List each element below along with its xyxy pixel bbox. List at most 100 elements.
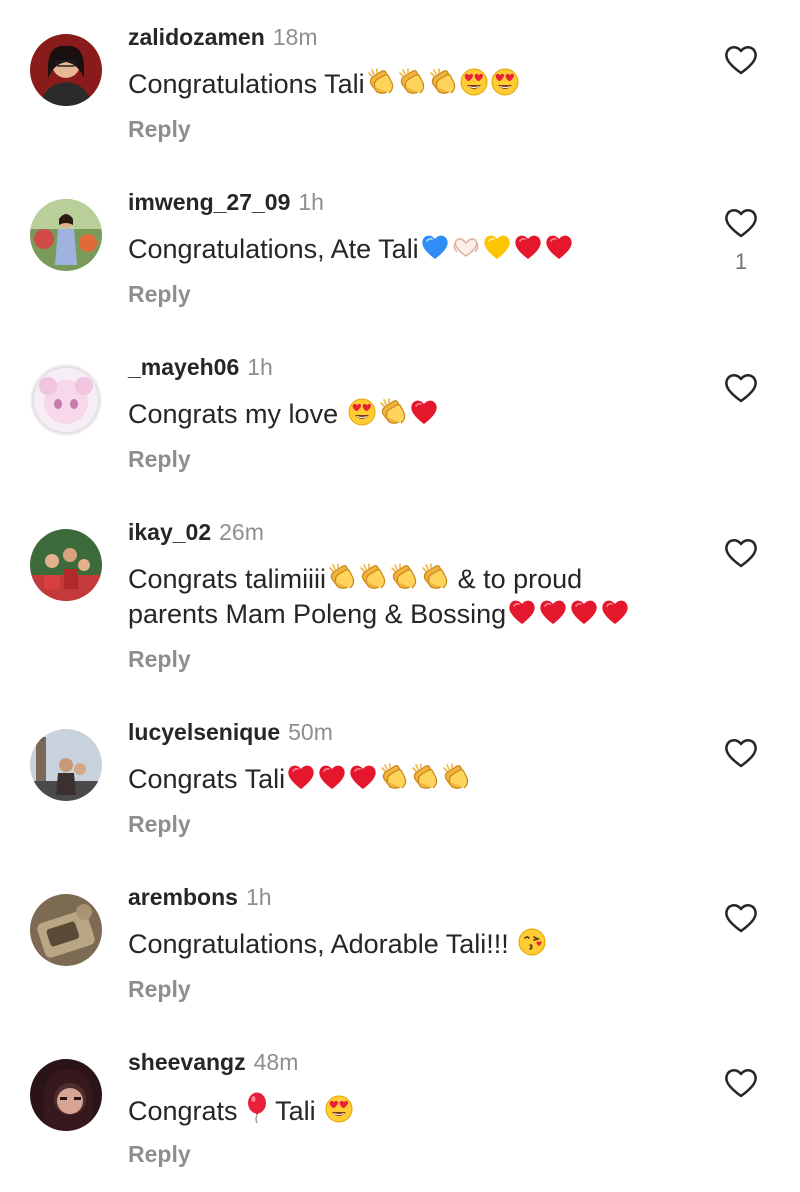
timestamp: 1h <box>245 884 272 910</box>
comment-meta: lucyelsenique 50m <box>128 717 333 747</box>
timestamp: 50m <box>288 719 333 745</box>
emoji-group <box>506 599 630 629</box>
comment-meta: sheevangz 48m <box>128 1047 298 1077</box>
avatar[interactable] <box>30 34 102 106</box>
clap-emoji <box>378 397 408 427</box>
timestamp: 48m <box>253 1049 299 1075</box>
red-heart-emoji <box>513 232 543 262</box>
avatar[interactable] <box>30 199 102 271</box>
emoji-group <box>346 397 439 429</box>
heart-outline-icon <box>724 902 758 934</box>
comment-meta: _mayeh06 1h <box>128 352 273 382</box>
heart-hands-emoji <box>451 232 481 262</box>
comment-text: Congrats Tali <box>128 762 708 797</box>
comment-text: Congratulations, Ate Tali <box>128 232 708 267</box>
username[interactable]: ikay_02 <box>128 519 211 545</box>
clap-emoji <box>397 67 427 97</box>
red-heart-emoji <box>348 762 378 792</box>
heart-outline-icon <box>724 737 758 769</box>
username[interactable]: lucyelsenique <box>128 719 280 745</box>
comment-meta: imweng_27_09 1h <box>128 187 324 217</box>
timestamp: 26m <box>219 519 264 545</box>
like-button[interactable] <box>724 537 758 569</box>
comment-meta: zalidozamen 18m <box>128 22 318 52</box>
timestamp: 18m <box>272 24 318 50</box>
comment-body: Tali <box>268 1096 324 1126</box>
comment-body: Congratulations, Adorable Tali!!! <box>128 929 517 959</box>
emoji-group <box>419 234 574 264</box>
heart-outline-icon <box>724 537 758 569</box>
clap-emoji <box>358 562 388 592</box>
reply-button[interactable]: Reply <box>128 646 191 673</box>
comment-text: Congratulations, Adorable Tali!!! <box>128 927 708 962</box>
red-heart-emoji <box>569 597 599 627</box>
clap-emoji <box>366 67 396 97</box>
emoji-group <box>326 562 450 594</box>
comment-text: Congratulations Tali <box>128 67 708 102</box>
emoji-group <box>365 67 520 99</box>
comment-body: Congrats my love <box>128 399 346 429</box>
avatar[interactable] <box>30 364 102 436</box>
timestamp: 1h <box>247 354 273 380</box>
comment-body: & to proud <box>450 564 583 594</box>
comment-text: Congrats talimiiii & to proud parents Ma… <box>128 562 708 632</box>
reply-button[interactable]: Reply <box>128 116 191 143</box>
like-button[interactable] <box>724 372 758 404</box>
comment-text: Congrats Tali <box>128 1092 708 1129</box>
red-heart-emoji <box>507 597 537 627</box>
heart-eyes-emoji <box>347 397 377 427</box>
like-count[interactable]: 1 <box>733 249 749 275</box>
like-button[interactable] <box>724 902 758 934</box>
clap-emoji <box>428 67 458 97</box>
red-heart-emoji <box>317 762 347 792</box>
username[interactable]: sheevangz <box>128 1049 246 1075</box>
like-button[interactable] <box>724 44 758 76</box>
red-heart-emoji <box>538 597 568 627</box>
heart-eyes-emoji <box>490 67 520 97</box>
comment-body: parents Mam Poleng & Bossing <box>128 599 507 629</box>
username[interactable]: zalidozamen <box>128 24 265 50</box>
like-button[interactable] <box>724 207 758 239</box>
username[interactable]: imweng_27_09 <box>128 189 290 215</box>
red-heart-emoji <box>409 397 439 427</box>
avatar[interactable] <box>30 1059 102 1131</box>
emoji-group <box>285 762 471 794</box>
avatar[interactable] <box>30 529 102 601</box>
comment-body: Congrats talimiiii <box>128 564 327 594</box>
comment-body: Congratulations, Ate Tali <box>128 234 419 264</box>
heart-outline-icon <box>724 1067 758 1099</box>
comment-meta: arembons 1h <box>128 882 272 912</box>
heart-outline-icon <box>724 44 758 76</box>
reply-button[interactable]: Reply <box>128 811 191 838</box>
clap-emoji <box>327 562 357 592</box>
emoji-group <box>516 927 547 959</box>
reply-button[interactable]: Reply <box>128 1141 191 1168</box>
avatar[interactable] <box>30 729 102 801</box>
red-heart-emoji <box>600 597 630 627</box>
heart-outline-icon <box>724 207 758 239</box>
yellow-heart-emoji <box>482 232 512 262</box>
like-button[interactable] <box>724 737 758 769</box>
avatar[interactable] <box>30 894 102 966</box>
emoji-group <box>323 1094 354 1126</box>
heart-eyes-emoji <box>324 1094 354 1124</box>
heart-eyes-emoji <box>459 67 489 97</box>
clap-emoji <box>379 762 409 792</box>
username[interactable]: arembons <box>128 884 238 910</box>
clap-emoji <box>410 762 440 792</box>
comment-meta: ikay_02 26m <box>128 517 264 547</box>
kiss-face-emoji <box>517 927 547 957</box>
red-heart-emoji <box>286 762 316 792</box>
balloon-emoji <box>246 1092 268 1124</box>
heart-outline-icon <box>724 372 758 404</box>
reply-button[interactable]: Reply <box>128 281 191 308</box>
comment-text: Congrats my love <box>128 397 708 432</box>
username[interactable]: _mayeh06 <box>128 354 239 380</box>
comment-body: Congrats <box>128 1096 246 1126</box>
comment-body: Congratulations Tali <box>128 69 365 99</box>
like-button[interactable] <box>724 1067 758 1099</box>
clap-emoji <box>389 562 419 592</box>
emoji-group <box>245 1092 268 1126</box>
reply-button[interactable]: Reply <box>128 976 191 1003</box>
reply-button[interactable]: Reply <box>128 446 191 473</box>
